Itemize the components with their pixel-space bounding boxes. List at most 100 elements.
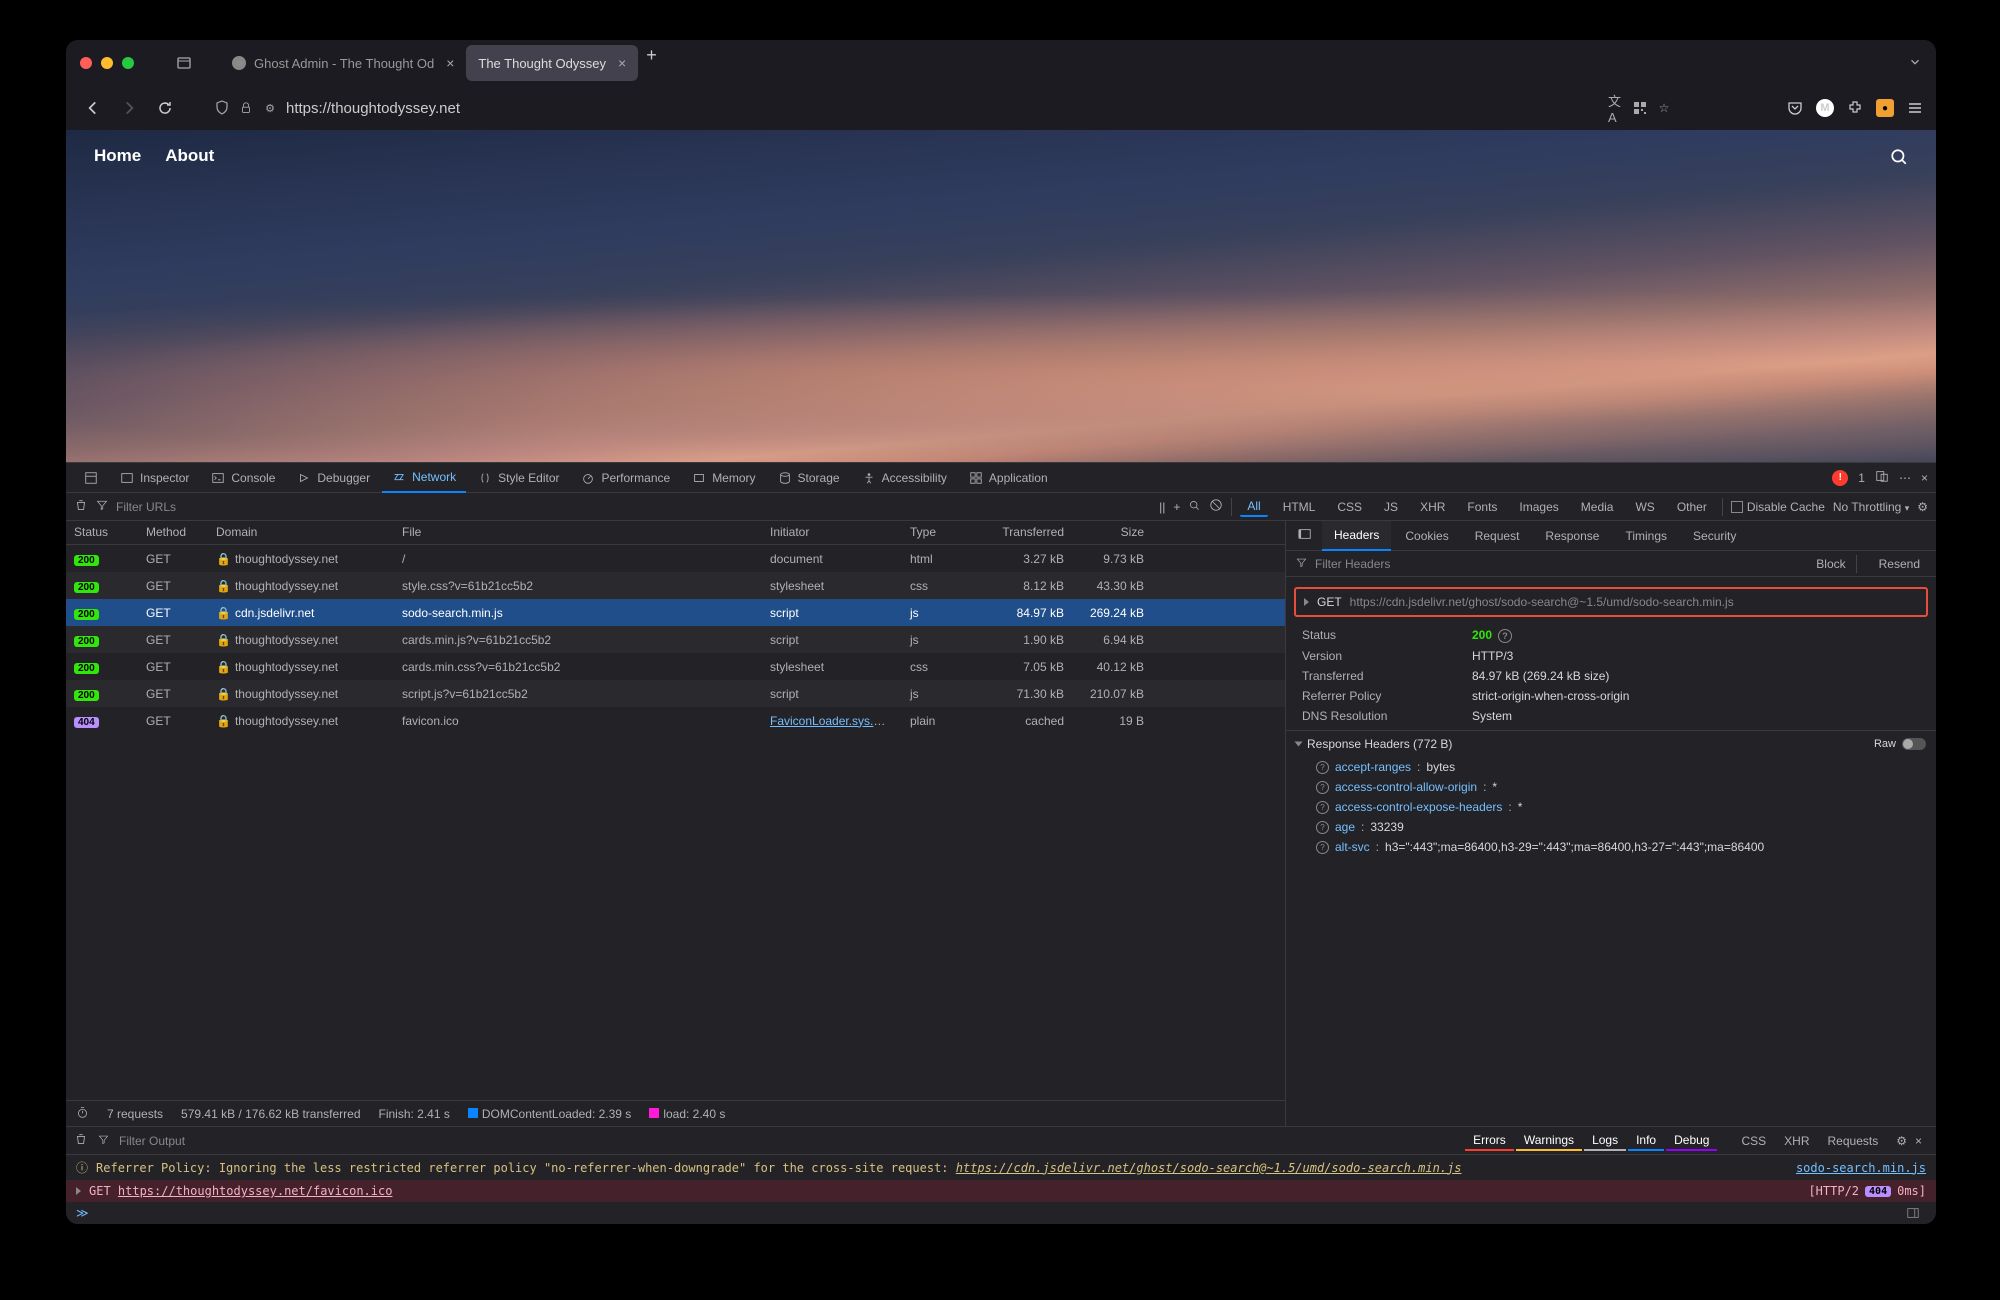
tab-performance[interactable]: Performance <box>571 463 680 493</box>
table-row[interactable]: 200GET🔒thoughtodyssey.netscript.js?v=61b… <box>66 680 1285 707</box>
tab-application[interactable]: Application <box>959 463 1058 493</box>
tab-inspector[interactable]: Inspector <box>110 463 199 493</box>
account-icon[interactable]: M <box>1816 99 1834 117</box>
col-status[interactable]: Status <box>66 521 138 544</box>
filter-xhr[interactable]: XHR <box>1413 498 1452 516</box>
console-close-icon[interactable]: × <box>1915 1134 1922 1148</box>
lock-icon[interactable] <box>238 100 254 116</box>
table-row[interactable]: 200GET🔒thoughtodyssey.net/documenthtml3.… <box>66 545 1285 572</box>
block-button[interactable]: Block <box>1810 555 1851 573</box>
detail-tab-timings[interactable]: Timings <box>1613 521 1679 551</box>
filter-warnings[interactable]: Warnings <box>1516 1131 1582 1151</box>
detail-tab-headers[interactable]: Headers <box>1322 521 1391 551</box>
search-icon[interactable] <box>1188 499 1201 515</box>
settings-gear-icon[interactable]: ⚙ <box>1917 500 1928 514</box>
col-initiator[interactable]: Initiator <box>762 521 902 544</box>
add-icon[interactable]: + <box>1173 500 1180 514</box>
list-tabs-button[interactable] <box>1908 55 1922 72</box>
filter-headers-input[interactable]: Filter Headers <box>1315 557 1390 571</box>
disable-cache-checkbox[interactable]: Disable Cache <box>1731 500 1825 514</box>
minimize-window[interactable] <box>101 57 113 69</box>
bookmark-star-icon[interactable]: ☆ <box>1656 100 1672 116</box>
filter-urls-input[interactable]: Filter URLs <box>116 500 176 514</box>
col-file[interactable]: File <box>394 521 762 544</box>
urlbar[interactable]: ⚙ https://thoughtodyssey.net 文A ☆ <box>206 91 1680 125</box>
nav-about[interactable]: About <box>165 146 214 166</box>
filter-other[interactable]: Other <box>1670 498 1714 516</box>
throttling-select[interactable]: No Throttling ▾ <box>1833 500 1909 514</box>
col-type[interactable]: Type <box>902 521 974 544</box>
detail-tab-cookies[interactable]: Cookies <box>1393 521 1460 551</box>
filter-images[interactable]: Images <box>1512 498 1565 516</box>
detail-tab-security[interactable]: Security <box>1681 521 1748 551</box>
col-size[interactable]: Size <box>1072 521 1152 544</box>
filter-css[interactable]: CSS <box>1330 498 1369 516</box>
iframe-picker[interactable] <box>74 463 108 493</box>
new-tab-button[interactable]: + <box>646 45 657 81</box>
permissions-icon[interactable]: ⚙ <box>262 100 278 116</box>
filter-js[interactable]: JS <box>1377 498 1405 516</box>
console-error[interactable]: GET https://thoughtodyssey.net/favicon.i… <box>66 1180 1936 1202</box>
col-transferred[interactable]: Transferred <box>974 521 1072 544</box>
translate-icon[interactable]: 文A <box>1608 100 1624 116</box>
console-warning[interactable]: ⓘ Referrer Policy: Ignoring the less res… <box>66 1155 1936 1180</box>
filter-fonts[interactable]: Fonts <box>1460 498 1504 516</box>
col-method[interactable]: Method <box>138 521 208 544</box>
error-count-badge[interactable]: ! <box>1832 470 1848 486</box>
table-row[interactable]: 200GET🔒cdn.jsdelivr.netsodo-search.min.j… <box>66 599 1285 626</box>
tab-debugger[interactable]: Debugger <box>287 463 380 493</box>
col-domain[interactable]: Domain <box>208 521 394 544</box>
table-row[interactable]: 404GET🔒thoughtodyssey.netfavicon.icoFavi… <box>66 707 1285 734</box>
pause-icon[interactable]: || <box>1159 500 1165 514</box>
qr-icon[interactable] <box>1632 100 1648 116</box>
response-headers-section[interactable]: Response Headers (772 B) Raw <box>1286 730 1936 757</box>
tab-memory[interactable]: Memory <box>682 463 765 493</box>
raw-toggle[interactable] <box>1902 738 1926 750</box>
back-button[interactable] <box>78 93 108 123</box>
reload-button[interactable] <box>150 93 180 123</box>
filter-xhr[interactable]: XHR <box>1776 1132 1817 1150</box>
nav-home[interactable]: Home <box>94 146 141 166</box>
site-search-icon[interactable] <box>1890 148 1908 169</box>
table-row[interactable]: 200GET🔒thoughtodyssey.netcards.min.js?v=… <box>66 626 1285 653</box>
clear-console-icon[interactable] <box>74 1132 88 1149</box>
detail-tab-response[interactable]: Response <box>1533 521 1611 551</box>
tab-thought-odyssey[interactable]: The Thought Odyssey × <box>466 45 638 81</box>
filter-css[interactable]: CSS <box>1733 1132 1774 1150</box>
addon-badge-icon[interactable]: ● <box>1876 99 1894 117</box>
filter-all[interactable]: All <box>1240 497 1267 517</box>
extensions-icon[interactable] <box>1846 99 1864 117</box>
filter-html[interactable]: HTML <box>1276 498 1323 516</box>
forward-button[interactable] <box>114 93 144 123</box>
responsive-mode-icon[interactable] <box>1875 469 1889 486</box>
filter-errors[interactable]: Errors <box>1465 1131 1514 1151</box>
detail-close-icon[interactable] <box>1290 527 1320 544</box>
close-window[interactable] <box>80 57 92 69</box>
close-tab-icon[interactable]: × <box>618 55 626 71</box>
tab-ghost-admin[interactable]: ○ Ghost Admin - The Thought Od × <box>220 45 466 81</box>
detail-tab-request[interactable]: Request <box>1463 521 1532 551</box>
resend-button[interactable]: Resend <box>1873 555 1926 573</box>
expand-icon[interactable] <box>76 1187 81 1195</box>
filter-debug[interactable]: Debug <box>1666 1131 1717 1151</box>
menu-icon[interactable] <box>1906 99 1924 117</box>
console-prompt[interactable]: ≫ <box>66 1202 1936 1224</box>
tab-style-editor[interactable]: Style Editor <box>468 463 569 493</box>
close-tab-icon[interactable]: × <box>446 55 454 71</box>
filter-requests[interactable]: Requests <box>1820 1132 1887 1150</box>
shield-icon[interactable] <box>214 100 230 116</box>
maximize-window[interactable] <box>122 57 134 69</box>
console-settings-icon[interactable]: ⚙ <box>1896 1134 1907 1148</box>
clear-icon[interactable] <box>74 498 88 515</box>
source-link[interactable]: sodo-search.min.js <box>1796 1161 1926 1175</box>
pocket-icon[interactable] <box>1786 99 1804 117</box>
tab-storage[interactable]: Storage <box>768 463 850 493</box>
filter-info[interactable]: Info <box>1628 1131 1664 1151</box>
devtools-close-icon[interactable]: × <box>1921 471 1928 485</box>
expand-icon[interactable] <box>1304 598 1309 606</box>
filter-media[interactable]: Media <box>1574 498 1621 516</box>
tab-accessibility[interactable]: Accessibility <box>852 463 957 493</box>
filter-icon[interactable] <box>96 499 108 514</box>
filter-ws[interactable]: WS <box>1628 498 1661 516</box>
block-icon[interactable] <box>1209 498 1223 515</box>
